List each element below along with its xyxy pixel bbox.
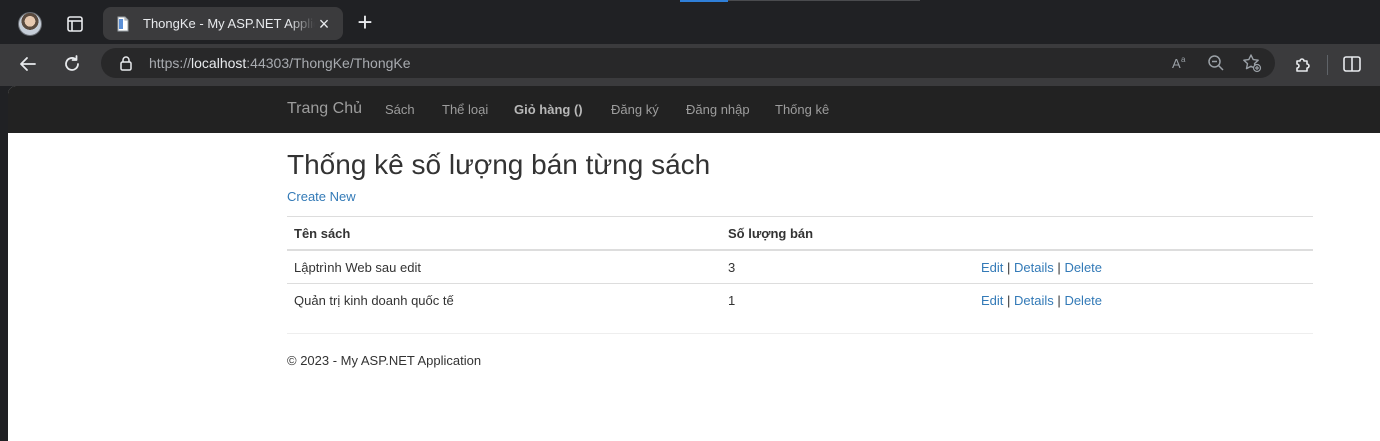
quantity-cell: 3 (728, 260, 736, 275)
tab-actions-icon[interactable] (64, 13, 86, 35)
lock-icon[interactable] (118, 55, 134, 71)
extensions-icon[interactable] (1292, 53, 1314, 75)
site-navbar: Trang Chủ Sách Thể loại Giỏ hàng () Đăng… (8, 86, 1380, 133)
url-scheme: https:// (149, 55, 192, 71)
profile-avatar[interactable] (18, 12, 42, 36)
page-favicon-icon (117, 16, 129, 31)
create-new-link[interactable]: Create New (287, 189, 356, 204)
browser-tab-active[interactable]: ThongKe - My ASP.NET Application × (103, 7, 343, 40)
row-actions: Edit | Details | Delete (981, 260, 1102, 275)
nav-link-dang-ky[interactable]: Đăng ký (611, 102, 659, 117)
refresh-icon[interactable] (61, 53, 83, 75)
window-accent-bar (680, 0, 728, 2)
favorite-icon[interactable] (1242, 53, 1262, 73)
action-separator: | (1057, 260, 1061, 275)
edit-link[interactable]: Edit (981, 293, 1003, 308)
row-actions: Edit | Details | Delete (981, 293, 1102, 308)
tab-close-icon[interactable]: × (315, 15, 333, 33)
delete-link[interactable]: Delete (1064, 260, 1102, 275)
action-separator: | (1007, 293, 1011, 308)
book-name-cell: Lậptrình Web sau edit (294, 260, 421, 275)
url-path: :44303/ThongKe/ThongKe (246, 55, 411, 71)
url-host: localhost (191, 55, 247, 71)
page-viewport: Trang Chủ Sách Thể loại Giỏ hàng () Đăng… (8, 86, 1380, 441)
nav-link-thong-ke[interactable]: Thống kê (775, 102, 829, 117)
sales-table: Tên sách Số lượng bán Lậptrình Web sau e… (287, 216, 1313, 316)
header-quantity-sold: Số lượng bán (728, 226, 814, 241)
svg-text:a: a (1181, 55, 1186, 64)
window-accent-line (728, 0, 920, 1)
footer-text: © 2023 - My ASP.NET Application (287, 353, 482, 368)
url-text[interactable]: https://localhost:44303/ThongKe/ThongKe (149, 55, 411, 71)
new-tab-button[interactable]: + (354, 9, 376, 35)
navbar-brand[interactable]: Trang Chủ (287, 100, 362, 118)
svg-text:A: A (1172, 56, 1181, 71)
read-aloud-icon[interactable]: Aa (1170, 53, 1190, 73)
action-separator: | (1057, 293, 1061, 308)
header-book-name: Tên sách (294, 226, 351, 241)
split-screen-icon[interactable] (1341, 53, 1363, 75)
action-separator: | (1007, 260, 1011, 275)
tab-title: ThongKe - My ASP.NET Application (143, 16, 315, 31)
page-title: Thống kê số lượng bán từng sách (287, 149, 711, 180)
nav-link-dang-nhap[interactable]: Đăng nhập (686, 102, 750, 117)
browser-toolbar: https://localhost:44303/ThongKe/ThongKe … (0, 44, 1380, 86)
table-row: Lậptrình Web sau edit 3 Edit | Details |… (287, 250, 1313, 283)
table-row: Quản trị kinh doanh quốc tế 1 Edit | Det… (287, 283, 1313, 316)
toolbar-divider (1327, 55, 1328, 75)
nav-link-gio-hang[interactable]: Giỏ hàng () (514, 102, 583, 117)
nav-link-sach[interactable]: Sách (385, 102, 415, 117)
footer-divider (287, 333, 1313, 334)
browser-tab-strip: ThongKe - My ASP.NET Application × + (0, 0, 1380, 44)
delete-link[interactable]: Delete (1064, 293, 1102, 308)
book-name-cell: Quản trị kinh doanh quốc tế (294, 293, 454, 308)
details-link[interactable]: Details (1014, 293, 1054, 308)
details-link[interactable]: Details (1014, 260, 1054, 275)
nav-link-the-loai[interactable]: Thể loại (442, 102, 488, 117)
edit-link[interactable]: Edit (981, 260, 1003, 275)
table-header-row: Tên sách Số lượng bán (287, 216, 1313, 250)
address-bar[interactable]: https://localhost:44303/ThongKe/ThongKe … (101, 48, 1275, 78)
quantity-cell: 1 (728, 293, 736, 308)
back-icon[interactable] (17, 53, 39, 75)
zoom-out-icon[interactable] (1206, 53, 1226, 73)
